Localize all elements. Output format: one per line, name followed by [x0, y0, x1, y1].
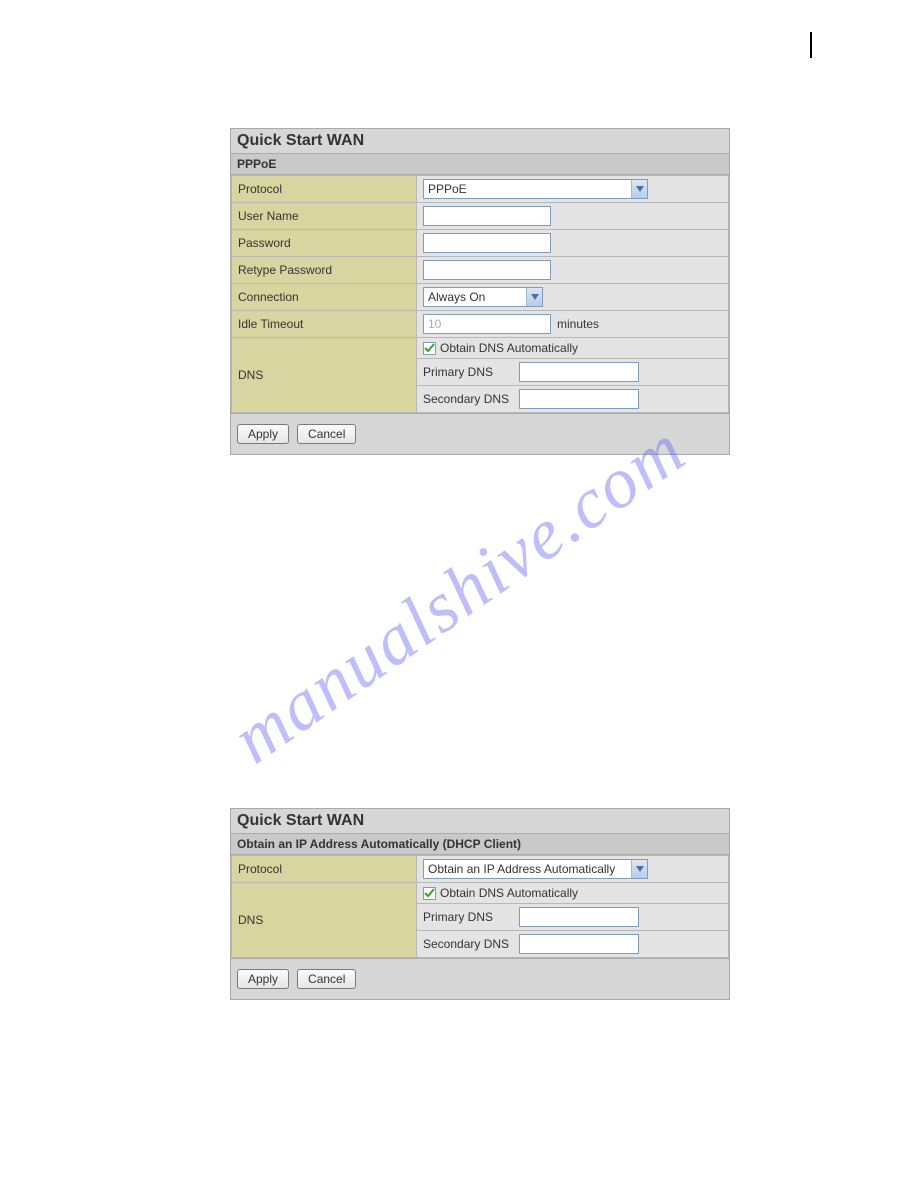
row-idle: Idle Timeout minutes — [232, 311, 729, 338]
button-row: Apply Cancel — [231, 413, 729, 454]
primary-dns-input[interactable] — [519, 362, 639, 382]
password-input[interactable] — [423, 233, 551, 253]
idle-label: Idle Timeout — [232, 311, 417, 338]
row-connection: Connection Always On — [232, 284, 729, 311]
panel-subtitle: Obtain an IP Address Automatically (DHCP… — [231, 834, 729, 855]
protocol-select[interactable]: PPPoE — [423, 179, 648, 199]
row-dns-auto: DNS Obtain DNS Automatically — [232, 883, 729, 904]
form-table: Protocol Obtain an IP Address Automatica… — [231, 855, 729, 958]
panel-subtitle: PPPoE — [231, 154, 729, 175]
watermark-text: manualshive.com — [217, 407, 700, 780]
primary-dns-input[interactable] — [519, 907, 639, 927]
text-cursor-mark — [810, 32, 812, 58]
username-input[interactable] — [423, 206, 551, 226]
protocol-select-value: Obtain an IP Address Automatically — [428, 862, 615, 876]
form-table: Protocol PPPoE User Name Password Retype… — [231, 175, 729, 413]
chevron-down-icon — [631, 180, 647, 198]
button-row: Apply Cancel — [231, 958, 729, 999]
apply-button[interactable]: Apply — [237, 969, 289, 989]
retype-label: Retype Password — [232, 257, 417, 284]
idle-input — [423, 314, 551, 334]
panel-pppoe: Quick Start WAN PPPoE Protocol PPPoE Use… — [230, 128, 730, 455]
protocol-select[interactable]: Obtain an IP Address Automatically — [423, 859, 648, 879]
apply-button[interactable]: Apply — [237, 424, 289, 444]
panel-dhcp: Quick Start WAN Obtain an IP Address Aut… — [230, 808, 730, 1000]
protocol-select-value: PPPoE — [428, 182, 467, 196]
protocol-label: Protocol — [232, 176, 417, 203]
row-retype: Retype Password — [232, 257, 729, 284]
row-protocol: Protocol PPPoE — [232, 176, 729, 203]
chevron-down-icon — [631, 860, 647, 878]
cancel-button[interactable]: Cancel — [297, 424, 356, 444]
secondary-dns-label: Secondary DNS — [423, 392, 515, 406]
row-dns-auto: DNS Obtain DNS Automatically — [232, 338, 729, 359]
username-label: User Name — [232, 203, 417, 230]
secondary-dns-input[interactable] — [519, 389, 639, 409]
primary-dns-label: Primary DNS — [423, 910, 515, 924]
password-label: Password — [232, 230, 417, 257]
dns-label: DNS — [232, 338, 417, 413]
dns-label: DNS — [232, 883, 417, 958]
primary-dns-label: Primary DNS — [423, 365, 515, 379]
connection-select[interactable]: Always On — [423, 287, 543, 307]
panel-title: Quick Start WAN — [231, 129, 729, 154]
obtain-dns-checkbox[interactable] — [423, 342, 436, 355]
row-protocol: Protocol Obtain an IP Address Automatica… — [232, 856, 729, 883]
idle-suffix: minutes — [557, 317, 599, 331]
chevron-down-icon — [526, 288, 542, 306]
secondary-dns-label: Secondary DNS — [423, 937, 515, 951]
connection-select-value: Always On — [428, 290, 485, 304]
cancel-button[interactable]: Cancel — [297, 969, 356, 989]
connection-label: Connection — [232, 284, 417, 311]
obtain-dns-checkbox[interactable] — [423, 887, 436, 900]
obtain-dns-label: Obtain DNS Automatically — [440, 341, 578, 355]
secondary-dns-input[interactable] — [519, 934, 639, 954]
obtain-dns-label: Obtain DNS Automatically — [440, 886, 578, 900]
row-password: Password — [232, 230, 729, 257]
row-username: User Name — [232, 203, 729, 230]
protocol-label: Protocol — [232, 856, 417, 883]
panel-title: Quick Start WAN — [231, 809, 729, 834]
retype-input[interactable] — [423, 260, 551, 280]
